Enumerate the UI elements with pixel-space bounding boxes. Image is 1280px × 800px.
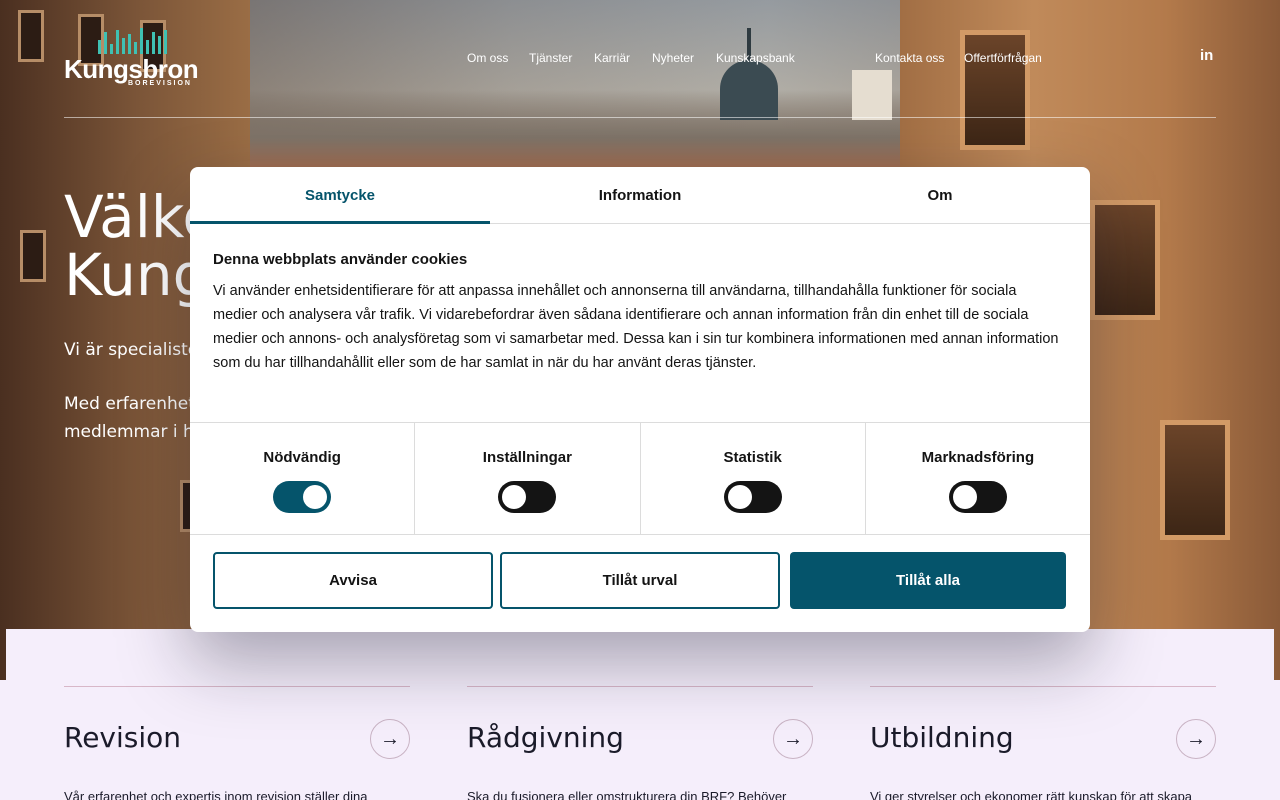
service-card-utbildning[interactable]: Utbildning → Vi ger styrelser och ekonom… [870, 686, 1216, 800]
service-desc: Ska du fusionera eller omstrukturera din… [467, 789, 787, 800]
header-divider [64, 117, 1216, 118]
arrow-right-icon[interactable]: → [1176, 719, 1216, 759]
hero-body-line2: medlemmar i he [64, 422, 205, 442]
nav-offertforfragan[interactable]: Offertförfrågan [964, 51, 1042, 65]
toggle-marknadsforing[interactable] [948, 481, 1007, 513]
cookie-categories: Nödvändig Inställningar Statistik Markna… [190, 422, 1090, 535]
category-installningar: Inställningar [415, 423, 641, 534]
kungsbron-logo[interactable]: Kungsbron BOREVISION [64, 28, 199, 90]
nav-karriar[interactable]: Karriär [594, 51, 630, 65]
nav-kunskapsbank[interactable]: Kunskapsbank [716, 51, 795, 65]
toggle-statistik[interactable] [723, 481, 782, 513]
cookie-consent-dialog: Samtycke Information Om Denna webbplats … [190, 167, 1090, 632]
category-statistik: Statistik [641, 423, 866, 534]
category-label: Nödvändig [263, 449, 341, 466]
nav-nyheter[interactable]: Nyheter [652, 51, 694, 65]
toggle-nodvandig[interactable] [273, 481, 332, 513]
logo-subtitle: BOREVISION [128, 80, 192, 87]
cookie-heading: Denna webbplats använder cookies [213, 251, 468, 268]
toggle-knob [502, 485, 527, 509]
toggle-knob [303, 485, 328, 509]
arrow-right-icon[interactable]: → [370, 719, 410, 759]
nav-tjanster[interactable]: Tjänster [529, 51, 572, 65]
category-label: Marknadsföring [921, 449, 1035, 466]
allow-all-button[interactable]: Tillåt alla [790, 552, 1066, 609]
toggle-knob [952, 485, 977, 509]
service-title: Rådgivning [467, 721, 624, 754]
service-desc: Vi ger styrelser och ekonomer rätt kunsk… [870, 789, 1193, 800]
tab-information[interactable]: Information [490, 167, 790, 223]
category-marknadsforing: Marknadsföring [866, 423, 1090, 534]
hero-intro: Vi är specialister [64, 340, 206, 360]
linkedin-icon[interactable]: in [1200, 48, 1216, 64]
service-card-revision[interactable]: Revision → Vår erfarenhet och expertis i… [64, 686, 410, 800]
reject-button[interactable]: Avvisa [213, 552, 493, 609]
arrow-right-icon[interactable]: → [773, 719, 813, 759]
service-title: Revision [64, 721, 182, 754]
logo-bars-icon [98, 28, 167, 54]
toggle-installningar[interactable] [498, 481, 557, 513]
allow-selection-button[interactable]: Tillåt urval [500, 552, 780, 609]
nav-om-oss[interactable]: Om oss [467, 51, 508, 65]
nav-kontakta-oss[interactable]: Kontakta oss [875, 51, 944, 65]
category-label: Statistik [723, 449, 782, 466]
cookie-tabs: Samtycke Information Om [190, 167, 1090, 224]
tab-om[interactable]: Om [790, 167, 1090, 223]
cookie-body-text: Vi använder enhetsidentifierare för att … [213, 283, 1059, 371]
service-desc: Vår erfarenhet och expertis inom revisio… [64, 789, 368, 800]
site-header: Kungsbron BOREVISION Om oss Tjänster Kar… [0, 0, 1280, 118]
service-title: Utbildning [870, 721, 1014, 754]
category-nodvandig: Nödvändig [190, 423, 416, 534]
service-card-radgivning[interactable]: Rådgivning → Ska du fusionera eller omst… [467, 686, 813, 800]
category-label: Inställningar [482, 449, 572, 466]
tab-samtycke[interactable]: Samtycke [190, 167, 490, 224]
hero-body-line1: Med erfarenhet o [64, 394, 211, 414]
toggle-knob [727, 485, 752, 509]
